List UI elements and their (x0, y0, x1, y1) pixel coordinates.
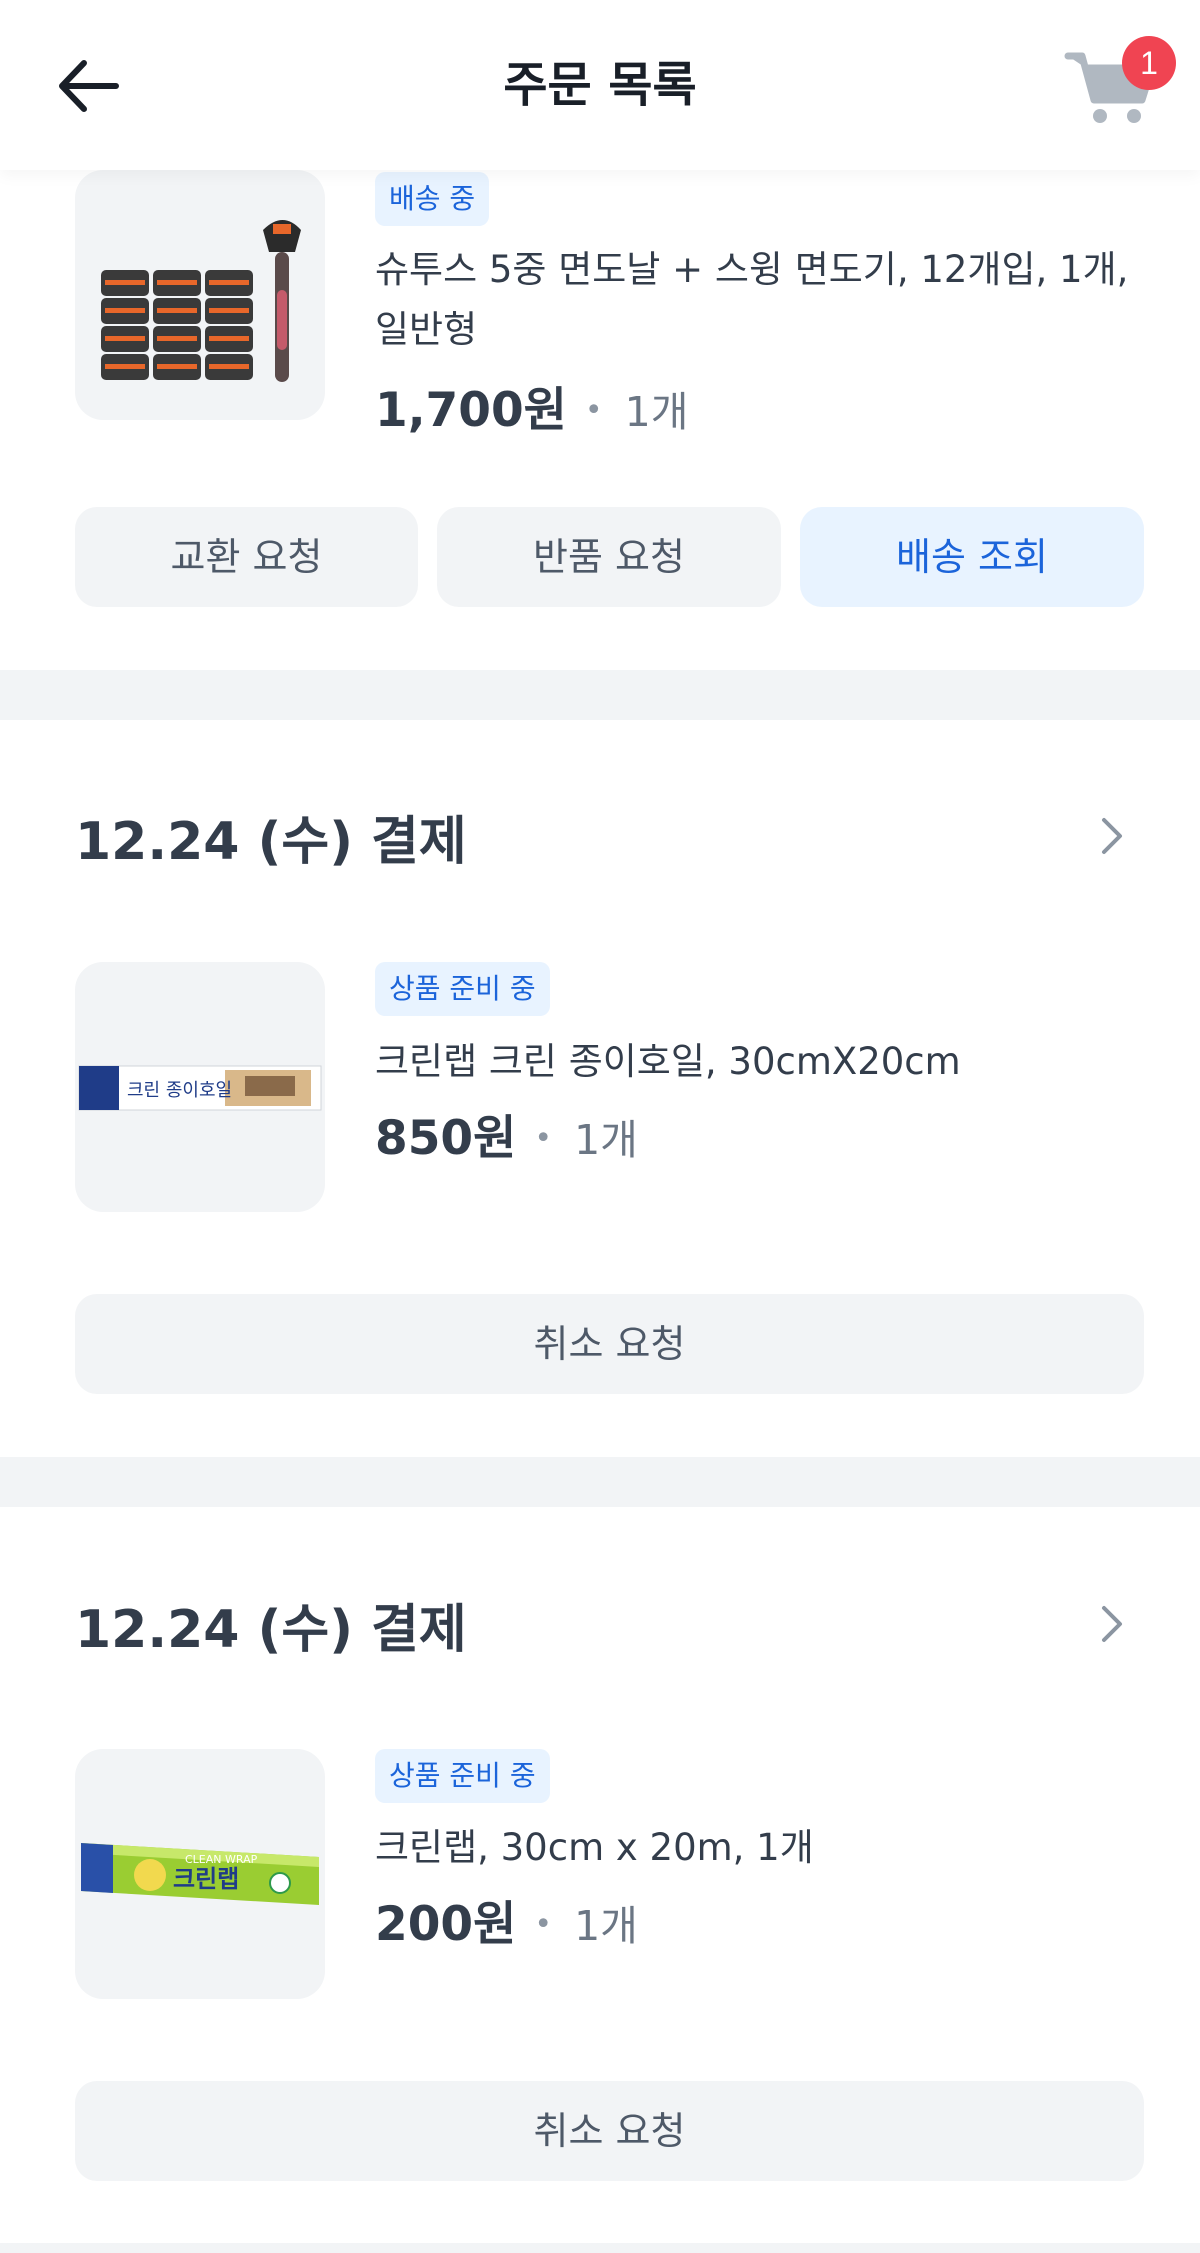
product-price: 200원 (375, 1897, 517, 1952)
status-badge: 상품 준비 중 (375, 1749, 550, 1803)
product-image[interactable] (75, 170, 325, 420)
price-row: 1,700원 • 1개 (375, 378, 688, 444)
separator-dot: • (584, 393, 603, 428)
section-divider (0, 1457, 1200, 1507)
product-price: 850원 (375, 1111, 517, 1166)
product-quantity: 1개 (574, 1902, 638, 1950)
product-price: 1,700원 (375, 383, 567, 438)
order-date[interactable]: 12.24 (수) 결제 (75, 802, 467, 882)
wrap-box-image: 크린랩 CLEAN WRAP (81, 1843, 319, 1905)
foil-box-image: 크린 종이호일 (78, 1065, 322, 1111)
separator-dot: • (534, 1907, 553, 1942)
cancel-request-button[interactable]: 취소 요청 (75, 2081, 1144, 2181)
separator-dot: • (534, 1121, 553, 1156)
return-request-button[interactable]: 반품 요청 (437, 507, 781, 607)
product-quantity: 1개 (624, 388, 689, 436)
product-image[interactable]: 크린 종이호일 (75, 962, 325, 1212)
product-name[interactable]: 크린랩 크린 종이호일, 30cmX20cm (375, 1032, 1135, 1092)
razor-product-image (101, 220, 301, 382)
foil-box-label: 크린 종이호일 (127, 1080, 232, 1101)
cart-count-badge: 1 (1122, 36, 1176, 90)
chevron-right-icon[interactable] (1090, 814, 1134, 858)
product-name[interactable]: 슈투스 5중 면도날 + 스윙 면도기, 12개입, 1개, 일반형 (375, 240, 1135, 360)
track-delivery-button[interactable]: 배송 조회 (800, 507, 1144, 607)
app-header: 주문 목록 1 (0, 0, 1200, 170)
section-divider (0, 670, 1200, 720)
wrap-box-sublabel: CLEAN WRAP (185, 1853, 258, 1866)
status-badge: 상품 준비 중 (375, 962, 550, 1016)
product-name[interactable]: 크린랩, 30cm x 20m, 1개 (375, 1818, 1135, 1878)
product-image[interactable]: 크린랩 CLEAN WRAP (75, 1749, 325, 1999)
page-title: 주문 목록 (503, 57, 697, 113)
wrap-box-label: 크린랩 (173, 1865, 239, 1893)
price-row: 200원 • 1개 (375, 1892, 638, 1958)
status-badge: 배송 중 (375, 172, 490, 226)
chevron-right-icon[interactable] (1090, 1602, 1134, 1646)
order-date[interactable]: 12.24 (수) 결제 (75, 1590, 467, 1670)
exchange-request-button[interactable]: 교환 요청 (75, 507, 418, 607)
section-divider (0, 2243, 1200, 2253)
cancel-request-button[interactable]: 취소 요청 (75, 1294, 1144, 1394)
product-quantity: 1개 (574, 1116, 638, 1164)
price-row: 850원 • 1개 (375, 1106, 638, 1172)
